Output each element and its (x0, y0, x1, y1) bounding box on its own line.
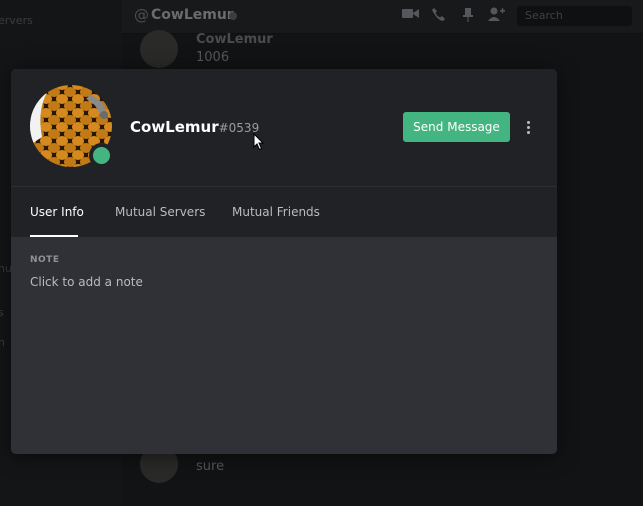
message-author: CowLemur (196, 32, 273, 47)
avatar (140, 30, 178, 68)
user-profile-modal: CowLemur#0539 Send Message User Info Mut… (11, 69, 557, 454)
user-info-panel: NOTE Click to add a note (11, 237, 557, 454)
sidebar-faint-text: ervers (0, 14, 33, 27)
phone-icon[interactable] (431, 7, 448, 22)
send-message-button[interactable]: Send Message (403, 112, 510, 142)
mouse-cursor-icon (253, 133, 265, 151)
profile-tabs: User Info Mutual Servers Mutual Friends (11, 186, 557, 238)
more-vertical-icon[interactable] (520, 116, 536, 138)
sidebar-faint-text: n (0, 336, 5, 349)
message-text: 1006 (196, 50, 230, 65)
tab-user-info[interactable]: User Info (30, 205, 84, 219)
status-indicator (229, 12, 237, 20)
at-icon: @ (134, 6, 149, 24)
note-input[interactable]: Click to add a note (30, 275, 143, 289)
note-label: NOTE (30, 255, 60, 265)
online-status-indicator (89, 143, 114, 168)
pin-icon[interactable] (462, 7, 479, 22)
channel-header: @ CowLemur Search (122, 0, 643, 34)
tab-mutual-friends[interactable]: Mutual Friends (232, 205, 320, 219)
video-call-icon[interactable] (402, 7, 419, 22)
profile-username: CowLemur#0539 (130, 118, 259, 136)
search-input[interactable]: Search (517, 6, 632, 26)
profile-header: CowLemur#0539 Send Message (11, 69, 557, 186)
tab-mutual-servers[interactable]: Mutual Servers (115, 205, 205, 219)
sidebar-faint-text: s (0, 306, 4, 319)
add-member-icon[interactable] (488, 7, 505, 22)
message-text: sure (196, 459, 225, 474)
username-text: CowLemur (130, 118, 219, 136)
profile-avatar (30, 85, 114, 168)
channel-title: CowLemur (151, 7, 234, 23)
